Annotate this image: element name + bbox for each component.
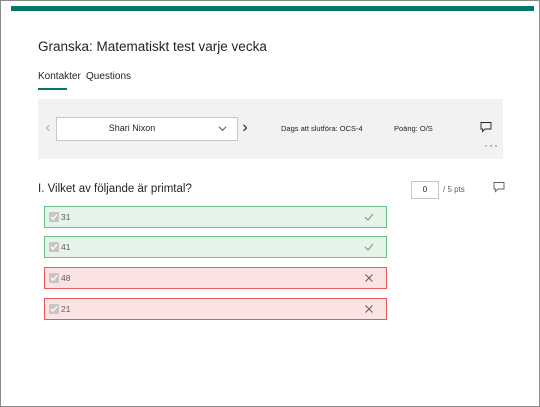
checkbox-icon [49, 273, 59, 283]
chevron-left-icon[interactable]: ‹ [42, 119, 54, 137]
respondent-name: Shari Nixon [108, 123, 156, 133]
comment-icon[interactable] [493, 181, 505, 193]
answer-option: 48 [44, 267, 387, 289]
tab-questions[interactable]: Questions [86, 71, 131, 82]
option-label: 31 [61, 212, 71, 222]
more-icon[interactable]: ··· [484, 139, 499, 151]
page-title: Granska: Matematiskt test varje vecka [38, 39, 267, 54]
score-text: Poäng: O/S [394, 124, 433, 133]
respondent-bar: ‹ Shari Nixon › Dags att slutföra: OCS-4… [38, 99, 503, 159]
chevron-right-icon[interactable]: › [239, 119, 251, 137]
question-title: I. Vilket av följande är primtal? [38, 183, 192, 195]
answer-option: 41 [44, 236, 387, 258]
app-frame: Granska: Matematiskt test varje vecka Ko… [0, 0, 540, 407]
points-input[interactable]: 0 [411, 181, 439, 199]
due-text: Dags att slutföra: OCS-4 [281, 124, 363, 133]
chevron-down-icon [218, 126, 227, 132]
accent-bar [11, 6, 534, 11]
option-label: 48 [61, 273, 71, 283]
answer-option: 21 [44, 298, 387, 320]
respondent-dropdown[interactable]: Shari Nixon [56, 117, 238, 141]
option-label: 41 [61, 242, 71, 252]
points-total: / 5 pts [443, 185, 465, 194]
tab-kontakter[interactable]: Kontakter [38, 71, 81, 90]
x-icon [365, 305, 373, 313]
checkmark-icon [364, 213, 374, 221]
option-label: 21 [61, 304, 71, 314]
checkbox-icon [49, 304, 59, 314]
checkbox-icon [49, 242, 59, 252]
answer-option: 31 [44, 206, 387, 228]
x-icon [365, 274, 373, 282]
checkbox-icon [49, 212, 59, 222]
comment-icon[interactable] [480, 121, 492, 133]
checkmark-icon [364, 243, 374, 251]
